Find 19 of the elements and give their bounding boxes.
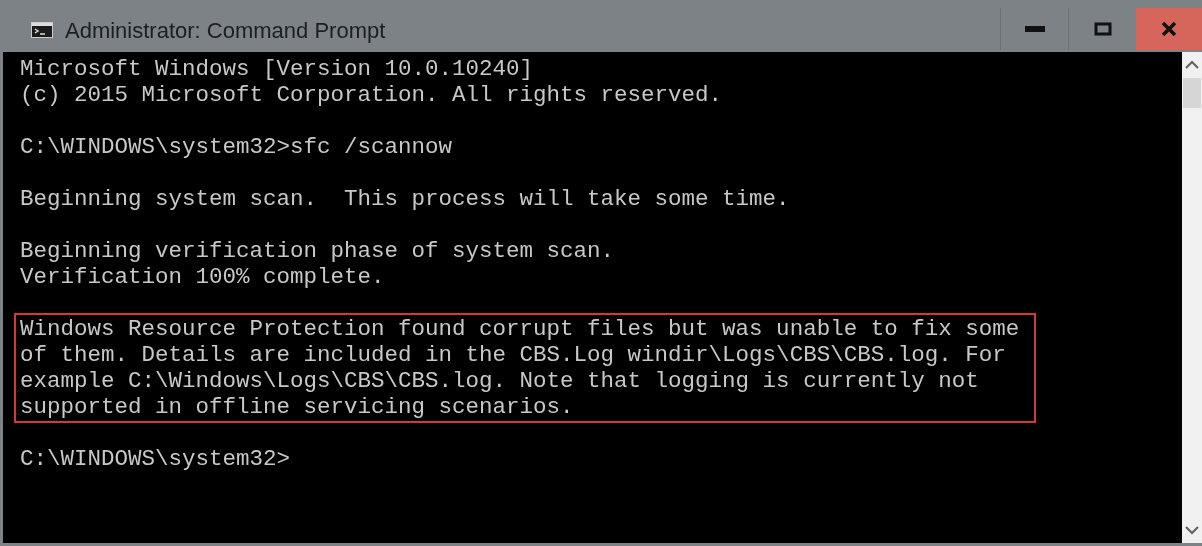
close-button[interactable] <box>1136 8 1202 50</box>
minimize-icon <box>1024 26 1045 32</box>
console-line: example C:\Windows\Logs\CBS\CBS.log. Note that logging is currently not <box>20 368 980 394</box>
console-line: of them. Details are included in the CBS.Log windir\Logs\CBS\CBS.log. For <box>20 342 1007 368</box>
console-line: (c) 2015 Microsoft Corporation. All rights reserved. <box>20 82 724 108</box>
window-title: Administrator: Command Prompt <box>65 16 386 45</box>
scrollbar[interactable] <box>1182 52 1202 543</box>
console-line: Verification 100% complete. <box>20 264 386 290</box>
console-icon <box>31 22 53 38</box>
console-line: C:\WINDOWS\system32> <box>20 446 292 472</box>
console-line: Beginning system scan. This process will take some time. <box>20 186 791 212</box>
maximize-icon <box>1093 22 1112 36</box>
console-line: supported in offline servicing scenarios. <box>20 394 575 420</box>
console-line: Beginning verification phase of system scan. <box>20 238 616 264</box>
console-line: C:\WINDOWS\system32>sfc /scannow <box>20 134 454 160</box>
close-icon <box>1161 21 1177 37</box>
console-line: Microsoft Windows [Version 10.0.10240] <box>20 56 535 82</box>
scrollbar-thumb[interactable] <box>1183 78 1201 108</box>
console-line: Windows Resource Protection found corrupt files but was unable to fix some <box>20 316 1021 342</box>
